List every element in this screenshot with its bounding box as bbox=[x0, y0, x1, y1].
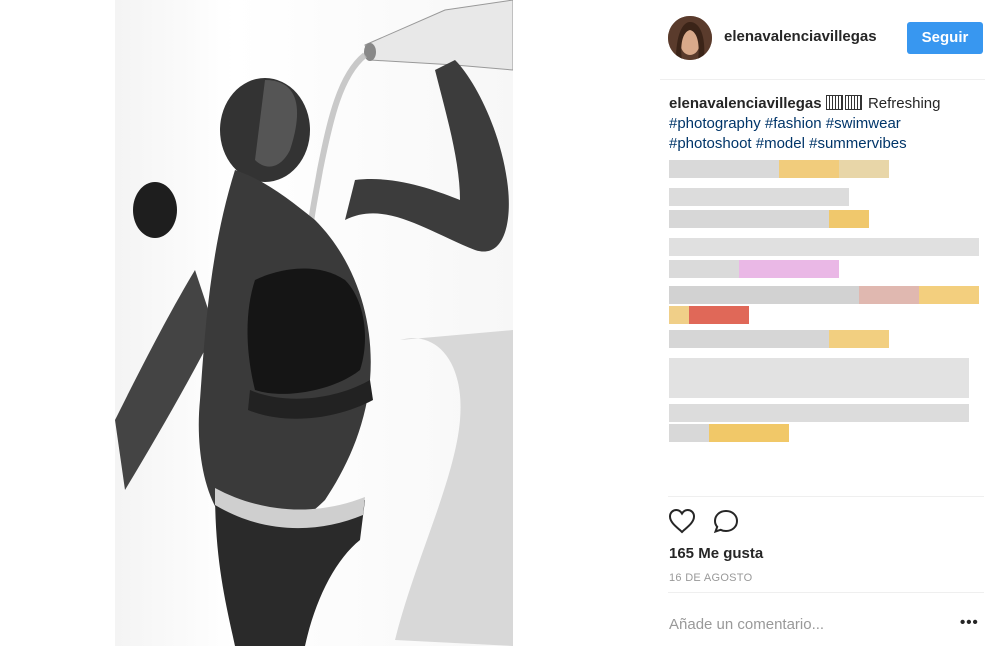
blurred-comment bbox=[669, 330, 889, 350]
hashtag-line[interactable]: #photography #fashion #swimwear bbox=[669, 115, 901, 132]
post-photo[interactable] bbox=[115, 0, 513, 646]
photo-illustration bbox=[115, 0, 513, 646]
avatar-image bbox=[668, 16, 712, 60]
comment-icon[interactable] bbox=[712, 508, 740, 534]
header-username[interactable]: elenavalenciavillegas bbox=[724, 28, 887, 45]
blurred-comment bbox=[669, 404, 969, 424]
blurred-comment bbox=[669, 188, 849, 208]
avatar[interactable] bbox=[668, 16, 712, 60]
emoji-icon bbox=[825, 95, 843, 110]
caption-username[interactable]: elenavalenciavillegas bbox=[669, 95, 822, 112]
more-options-icon[interactable]: ••• bbox=[960, 614, 979, 631]
likes-count[interactable]: 165 Me gusta bbox=[669, 545, 763, 562]
blurred-comment bbox=[669, 160, 899, 180]
post-caption: elenavalenciavillegas Refreshing #photog… bbox=[669, 94, 979, 154]
blurred-comment bbox=[669, 424, 789, 444]
blurred-comment bbox=[669, 260, 839, 280]
hashtag-line[interactable]: #photoshoot #model #summervibes bbox=[669, 135, 907, 152]
heart-icon[interactable] bbox=[668, 508, 696, 534]
post-header: elenavalenciavillegas Seguir bbox=[660, 0, 985, 80]
follow-button[interactable]: Seguir bbox=[907, 22, 983, 54]
comment-input[interactable]: Añade un comentario... bbox=[669, 616, 824, 633]
blurred-comment bbox=[669, 306, 749, 326]
caption-text: Refreshing bbox=[867, 95, 941, 112]
blurred-comment bbox=[669, 358, 969, 402]
post-sidebar: elenavalenciavillegas Seguir elenavalenc… bbox=[660, 0, 1000, 646]
blurred-comment bbox=[669, 286, 979, 306]
blurred-comment bbox=[669, 210, 869, 230]
post-date[interactable]: 16 DE AGOSTO bbox=[669, 572, 752, 584]
blurred-comment bbox=[669, 238, 979, 258]
divider bbox=[668, 496, 984, 497]
emoji-icon bbox=[844, 95, 862, 110]
divider bbox=[668, 592, 984, 593]
